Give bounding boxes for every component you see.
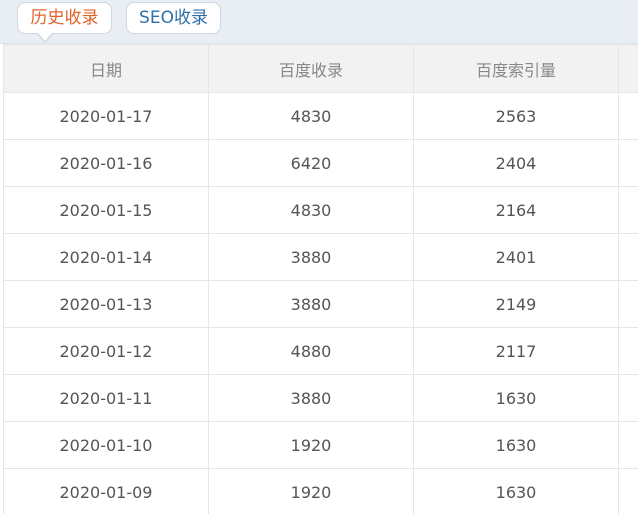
cell-date: 2020-01-11 [4, 375, 209, 422]
cell-extra [619, 93, 638, 140]
header-baidu-indexed: 百度收录 [209, 45, 414, 93]
header-baidu-index-volume: 百度索引量 [414, 45, 619, 93]
cell-baidu-indexed: 3880 [209, 234, 414, 281]
cell-baidu-indexed: 3880 [209, 375, 414, 422]
cell-extra [619, 469, 638, 514]
index-history-table: 日期 百度收录 百度索引量 2020-01-17 4830 2563 2020-… [3, 44, 638, 514]
cell-date: 2020-01-15 [4, 187, 209, 234]
cell-extra [619, 281, 638, 328]
table-row: 2020-01-12 4880 2117 [4, 328, 638, 375]
cell-baidu-index-volume: 1630 [414, 422, 619, 469]
table-row: 2020-01-11 3880 1630 [4, 375, 638, 422]
cell-extra [619, 140, 638, 187]
table-header-row: 日期 百度收录 百度索引量 [4, 45, 638, 93]
table-row: 2020-01-16 6420 2404 [4, 140, 638, 187]
cell-baidu-indexed: 4880 [209, 328, 414, 375]
table-row: 2020-01-10 1920 1630 [4, 422, 638, 469]
tab-seo-index[interactable]: SEO收录 [126, 2, 221, 34]
cell-baidu-index-volume: 2563 [414, 93, 619, 140]
tab-bar: 历史收录 SEO收录 [0, 0, 638, 44]
cell-extra [619, 375, 638, 422]
cell-baidu-indexed: 3880 [209, 281, 414, 328]
cell-date: 2020-01-10 [4, 422, 209, 469]
cell-extra [619, 187, 638, 234]
cell-baidu-indexed: 6420 [209, 140, 414, 187]
cell-date: 2020-01-13 [4, 281, 209, 328]
table-row: 2020-01-15 4830 2164 [4, 187, 638, 234]
cell-baidu-indexed: 4830 [209, 93, 414, 140]
cell-baidu-indexed: 1920 [209, 469, 414, 514]
header-date: 日期 [4, 45, 209, 93]
table-row: 2020-01-14 3880 2401 [4, 234, 638, 281]
cell-date: 2020-01-12 [4, 328, 209, 375]
cell-baidu-indexed: 4830 [209, 187, 414, 234]
cell-baidu-index-volume: 2164 [414, 187, 619, 234]
cell-baidu-index-volume: 1630 [414, 375, 619, 422]
header-extra [619, 45, 638, 93]
cell-baidu-index-volume: 2149 [414, 281, 619, 328]
table-row: 2020-01-17 4830 2563 [4, 93, 638, 140]
cell-date: 2020-01-17 [4, 93, 209, 140]
table-row: 2020-01-13 3880 2149 [4, 281, 638, 328]
cell-extra [619, 234, 638, 281]
tab-history-index[interactable]: 历史收录 [17, 2, 112, 34]
cell-date: 2020-01-16 [4, 140, 209, 187]
cell-baidu-index-volume: 2117 [414, 328, 619, 375]
table-row: 2020-01-09 1920 1630 [4, 469, 638, 514]
cell-baidu-index-volume: 2404 [414, 140, 619, 187]
cell-extra [619, 422, 638, 469]
cell-baidu-index-volume: 2401 [414, 234, 619, 281]
index-history-table-container: 日期 百度收录 百度索引量 2020-01-17 4830 2563 2020-… [3, 44, 638, 514]
cell-baidu-indexed: 1920 [209, 422, 414, 469]
cell-baidu-index-volume: 1630 [414, 469, 619, 514]
cell-extra [619, 328, 638, 375]
cell-date: 2020-01-14 [4, 234, 209, 281]
cell-date: 2020-01-09 [4, 469, 209, 514]
